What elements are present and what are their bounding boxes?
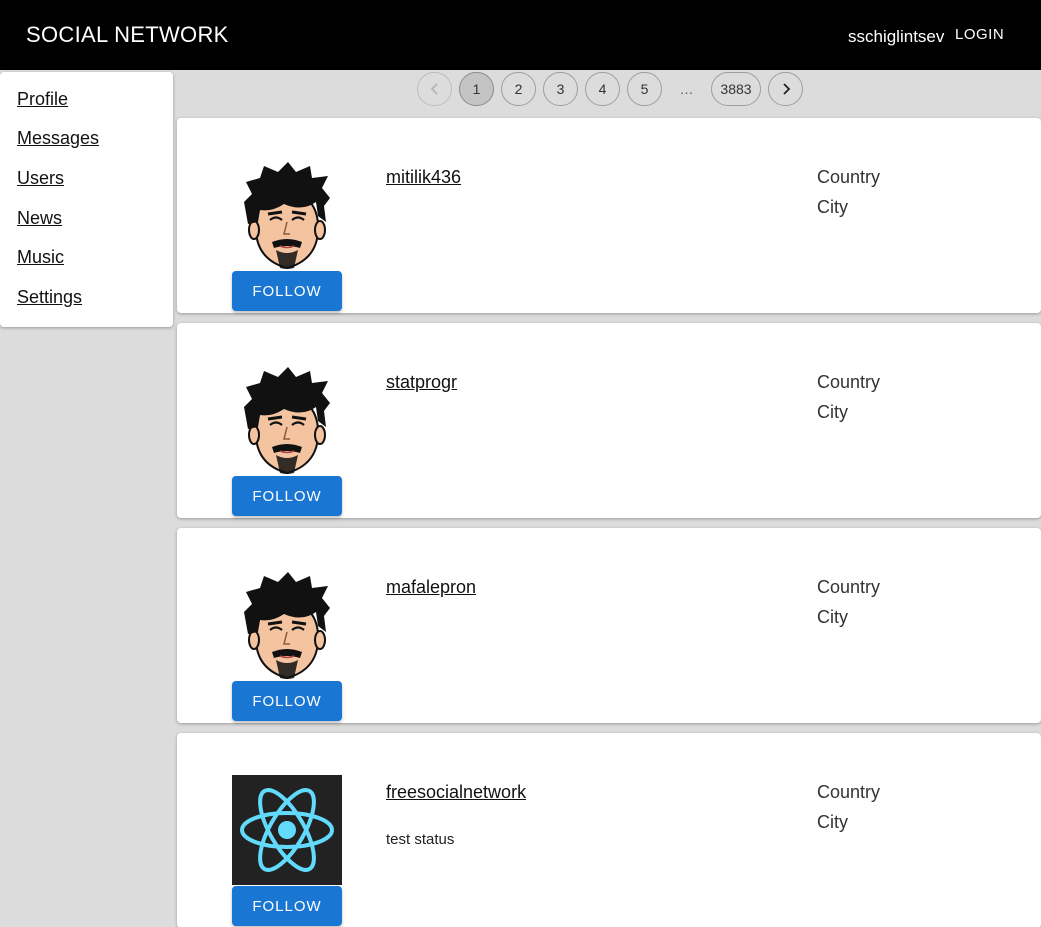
chevron-right-icon: [782, 83, 790, 95]
user-name-link[interactable]: freesocialnetwork: [386, 782, 526, 803]
user-country: Country: [817, 372, 881, 392]
page-button-1[interactable]: 1: [459, 72, 494, 106]
user-status: test status: [386, 831, 455, 848]
pagination: 1 2 3 4 5 … 3883: [417, 72, 810, 106]
user-avatar[interactable]: [232, 160, 342, 270]
follow-button[interactable]: FOLLOW: [232, 681, 342, 721]
user-name-link[interactable]: statprogr: [386, 372, 457, 393]
sidebar-item-messages[interactable]: Messages: [17, 128, 99, 149]
sidebar-item-music[interactable]: Music: [17, 247, 64, 268]
page-button-5[interactable]: 5: [627, 72, 662, 106]
app-header: SOCIAL NETWORK sschiglintsev LOGIN: [0, 0, 1041, 70]
user-card: FOLLOW statprogr Country City: [177, 323, 1041, 518]
follow-button[interactable]: FOLLOW: [232, 271, 342, 311]
user-city: City: [817, 607, 848, 627]
user-city: City: [817, 812, 848, 832]
user-card: FOLLOW mitilik436 Country City: [177, 118, 1041, 313]
sidebar-item-profile[interactable]: Profile: [17, 89, 68, 110]
user-name-link[interactable]: mitilik436: [386, 167, 461, 188]
user-city: City: [817, 402, 848, 422]
login-button[interactable]: LOGIN: [955, 26, 1004, 43]
react-logo-icon: [232, 775, 342, 885]
prev-page-button[interactable]: [417, 72, 452, 106]
app-title: SOCIAL NETWORK: [26, 22, 229, 47]
next-page-button[interactable]: [768, 72, 803, 106]
user-country: Country: [817, 167, 881, 187]
sidebar-item-news[interactable]: News: [17, 208, 62, 229]
user-card: FOLLOW freesocialnetwork test status Cou…: [177, 733, 1041, 927]
user-name-link[interactable]: mafalepron: [386, 577, 476, 598]
user-card: FOLLOW mafalepron Country City: [177, 528, 1041, 723]
follow-button[interactable]: FOLLOW: [232, 476, 342, 516]
chevron-left-icon: [430, 83, 438, 95]
user-avatar[interactable]: [232, 570, 342, 680]
page-ellipsis: …: [679, 81, 694, 97]
page-button-4[interactable]: 4: [585, 72, 620, 106]
default-avatar-icon: [232, 160, 342, 270]
page-button-last[interactable]: 3883: [711, 72, 761, 106]
user-country: Country: [817, 782, 881, 802]
default-avatar-icon: [232, 570, 342, 680]
current-username: sschiglintsev: [848, 27, 945, 46]
sidebar-item-settings[interactable]: Settings: [17, 287, 82, 308]
user-country: Country: [817, 577, 881, 597]
user-city: City: [817, 197, 848, 217]
default-avatar-icon: [232, 365, 342, 475]
page-button-2[interactable]: 2: [501, 72, 536, 106]
user-avatar[interactable]: [232, 365, 342, 475]
sidebar-nav: Profile Messages Users News Music Settin…: [0, 72, 173, 327]
user-avatar[interactable]: [232, 775, 342, 885]
follow-button[interactable]: FOLLOW: [232, 886, 342, 926]
page-button-3[interactable]: 3: [543, 72, 578, 106]
sidebar-item-users[interactable]: Users: [17, 168, 64, 189]
